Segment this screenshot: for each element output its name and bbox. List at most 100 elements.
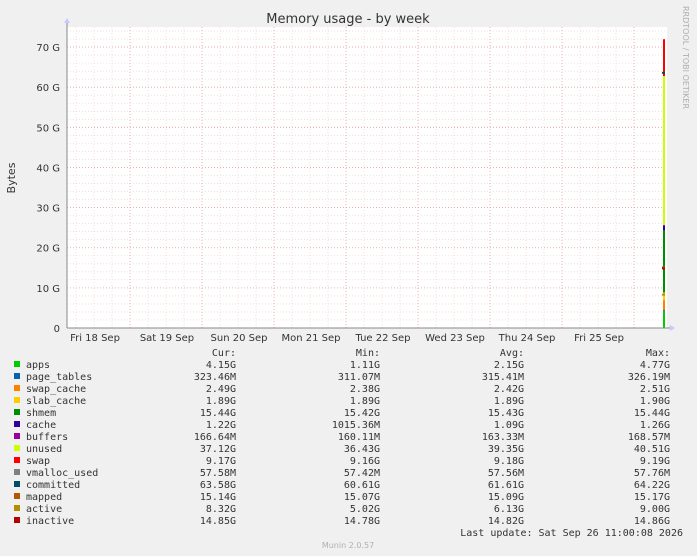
legend-name-buffers: buffers [26,432,68,443]
legend-swatch-page_tables [14,373,20,379]
legend-avg-mapped: 15.09G [488,492,524,503]
legend-avg-unused: 39.35G [488,444,524,455]
y-tick-label: 20 G [36,244,60,255]
legend-name-active: active [26,504,62,515]
legend-min-mapped: 15.07G [344,492,380,503]
legend-cur-slab_cache: 1.89G [206,396,236,407]
legend-avg-shmem: 15.43G [488,408,524,419]
stack-page_tables [663,310,665,312]
legend-column-header: Max: [646,348,670,359]
legend-max-active: 9.00G [640,504,670,515]
legend-cur-inactive: 14.85G [200,516,236,527]
stack-buffers [663,224,665,226]
y-tick-label: 40 G [36,163,60,174]
legend-cur-mapped: 15.14G [200,492,236,503]
legend-cur-page_tables: 323.46M [194,372,236,383]
legend-name-cache: cache [26,420,56,431]
legend-min-cache: 1015.36M [332,420,380,431]
legend-max-page_tables: 326.19M [628,372,670,383]
x-tick-label: Thu 24 Sep [498,333,556,344]
legend-max-cache: 1.26G [640,420,670,431]
legend-swatch-vmalloc_used [14,469,20,475]
legend-avg-slab_cache: 1.89G [494,396,524,407]
y-tick-label: 70 G [36,43,60,54]
legend-cur-swap: 9.17G [206,456,236,467]
watermark: RRDTOOL / TOBI OETIKER [681,6,690,109]
legend-avg-buffers: 163.33M [482,432,524,443]
y-tick-label: 10 G [36,284,60,295]
legend-name-committed: committed [26,480,80,491]
legend-column-header: Cur: [212,348,236,359]
legend-name-vmalloc_used: vmalloc_used [26,468,98,479]
legend-avg-swap: 9.18G [494,456,524,467]
x-tick-label: Tue 22 Sep [354,333,410,344]
legend-avg-committed: 61.61G [488,480,524,491]
legend-cur-shmem: 15.44G [200,408,236,419]
legend-name-inactive: inactive [26,516,74,527]
legend-swatch-inactive [14,517,20,523]
legend-avg-inactive: 14.82G [488,516,524,527]
legend-name-page_tables: page_tables [26,372,92,383]
legend-swatch-shmem [14,409,20,415]
legend-max-apps: 4.77G [640,360,670,371]
y-tick-label: 0 [54,324,60,335]
legend-min-vmalloc_used: 57.42M [344,468,380,479]
legend-max-buffers: 168.57M [628,432,670,443]
legend-swatch-active [14,505,20,511]
legend-min-swap_cache: 2.38G [350,384,380,395]
legend-name-apps: apps [26,360,50,371]
x-tick-label: Sun 20 Sep [211,333,268,344]
legend-min-inactive: 14.78G [344,516,380,527]
legend-max-swap: 9.19G [640,456,670,467]
y-tick-label: 30 G [36,204,60,215]
x-tick-label: Wed 23 Sep [425,333,485,344]
legend-max-inactive: 14.86G [634,516,670,527]
legend-swatch-swap [14,457,20,463]
legend-min-slab_cache: 1.89G [350,396,380,407]
legend-min-unused: 36.43G [344,444,380,455]
line-inactive [662,267,665,270]
last-update: Last update: Sat Sep 26 11:00:08 2026 [460,528,683,539]
legend-min-buffers: 160.11M [338,432,380,443]
chart-title: Memory usage - by week [266,12,430,27]
legend-swatch-mapped [14,493,20,499]
stack-swap [663,39,665,77]
legend-avg-page_tables: 315.41M [482,372,524,383]
legend-avg-cache: 1.09G [494,420,524,431]
legend-avg-vmalloc_used: 57.56M [488,468,524,479]
x-tick-label: Fri 18 Sep [70,333,120,344]
legend-name-unused: unused [26,444,62,455]
legend-max-mapped: 15.17G [634,492,670,503]
x-tick-label: Fri 25 Sep [574,333,624,344]
legend-max-shmem: 15.44G [634,408,670,419]
legend-cur-active: 8.32G [206,504,236,515]
legend-min-page_tables: 311.07M [338,372,380,383]
legend-swatch-unused [14,445,20,451]
legend-avg-swap_cache: 2.42G [494,384,524,395]
legend-min-swap: 9.16G [350,456,380,467]
legend-swatch-buffers [14,433,20,439]
stack-shmem [663,230,665,293]
stack-cache [663,225,665,231]
legend-swatch-slab_cache [14,397,20,403]
x-axis-arrow [670,325,675,331]
y-axis-label: Bytes [5,162,18,193]
legend-min-apps: 1.11G [350,360,380,371]
line-committed [662,71,665,74]
legend-max-vmalloc_used: 57.76M [634,468,670,479]
legend-cur-vmalloc_used: 57.58M [200,468,236,479]
stack-apps [663,311,665,328]
legend-name-slab_cache: slab_cache [26,396,86,407]
legend: Cur: Min: Avg: Max: apps 4.15G 1.11G 2.15G 4.77G… [14,348,670,527]
legend-max-committed: 64.22G [634,480,670,491]
y-tick-label: 50 G [36,123,60,134]
legend-swatch-cache [14,421,20,427]
legend-cur-unused: 37.12G [200,444,236,455]
legend-swatch-committed [14,481,20,487]
legend-max-swap_cache: 2.51G [640,384,670,395]
memory-chart: Memory usage - by week RRDTOOL / TOBI OE… [5,6,690,550]
legend-cur-cache: 1.22G [206,420,236,431]
y-tick-label: 60 G [36,83,60,94]
footer: Munin 2.0.57 [322,541,374,550]
legend-max-slab_cache: 1.90G [640,396,670,407]
